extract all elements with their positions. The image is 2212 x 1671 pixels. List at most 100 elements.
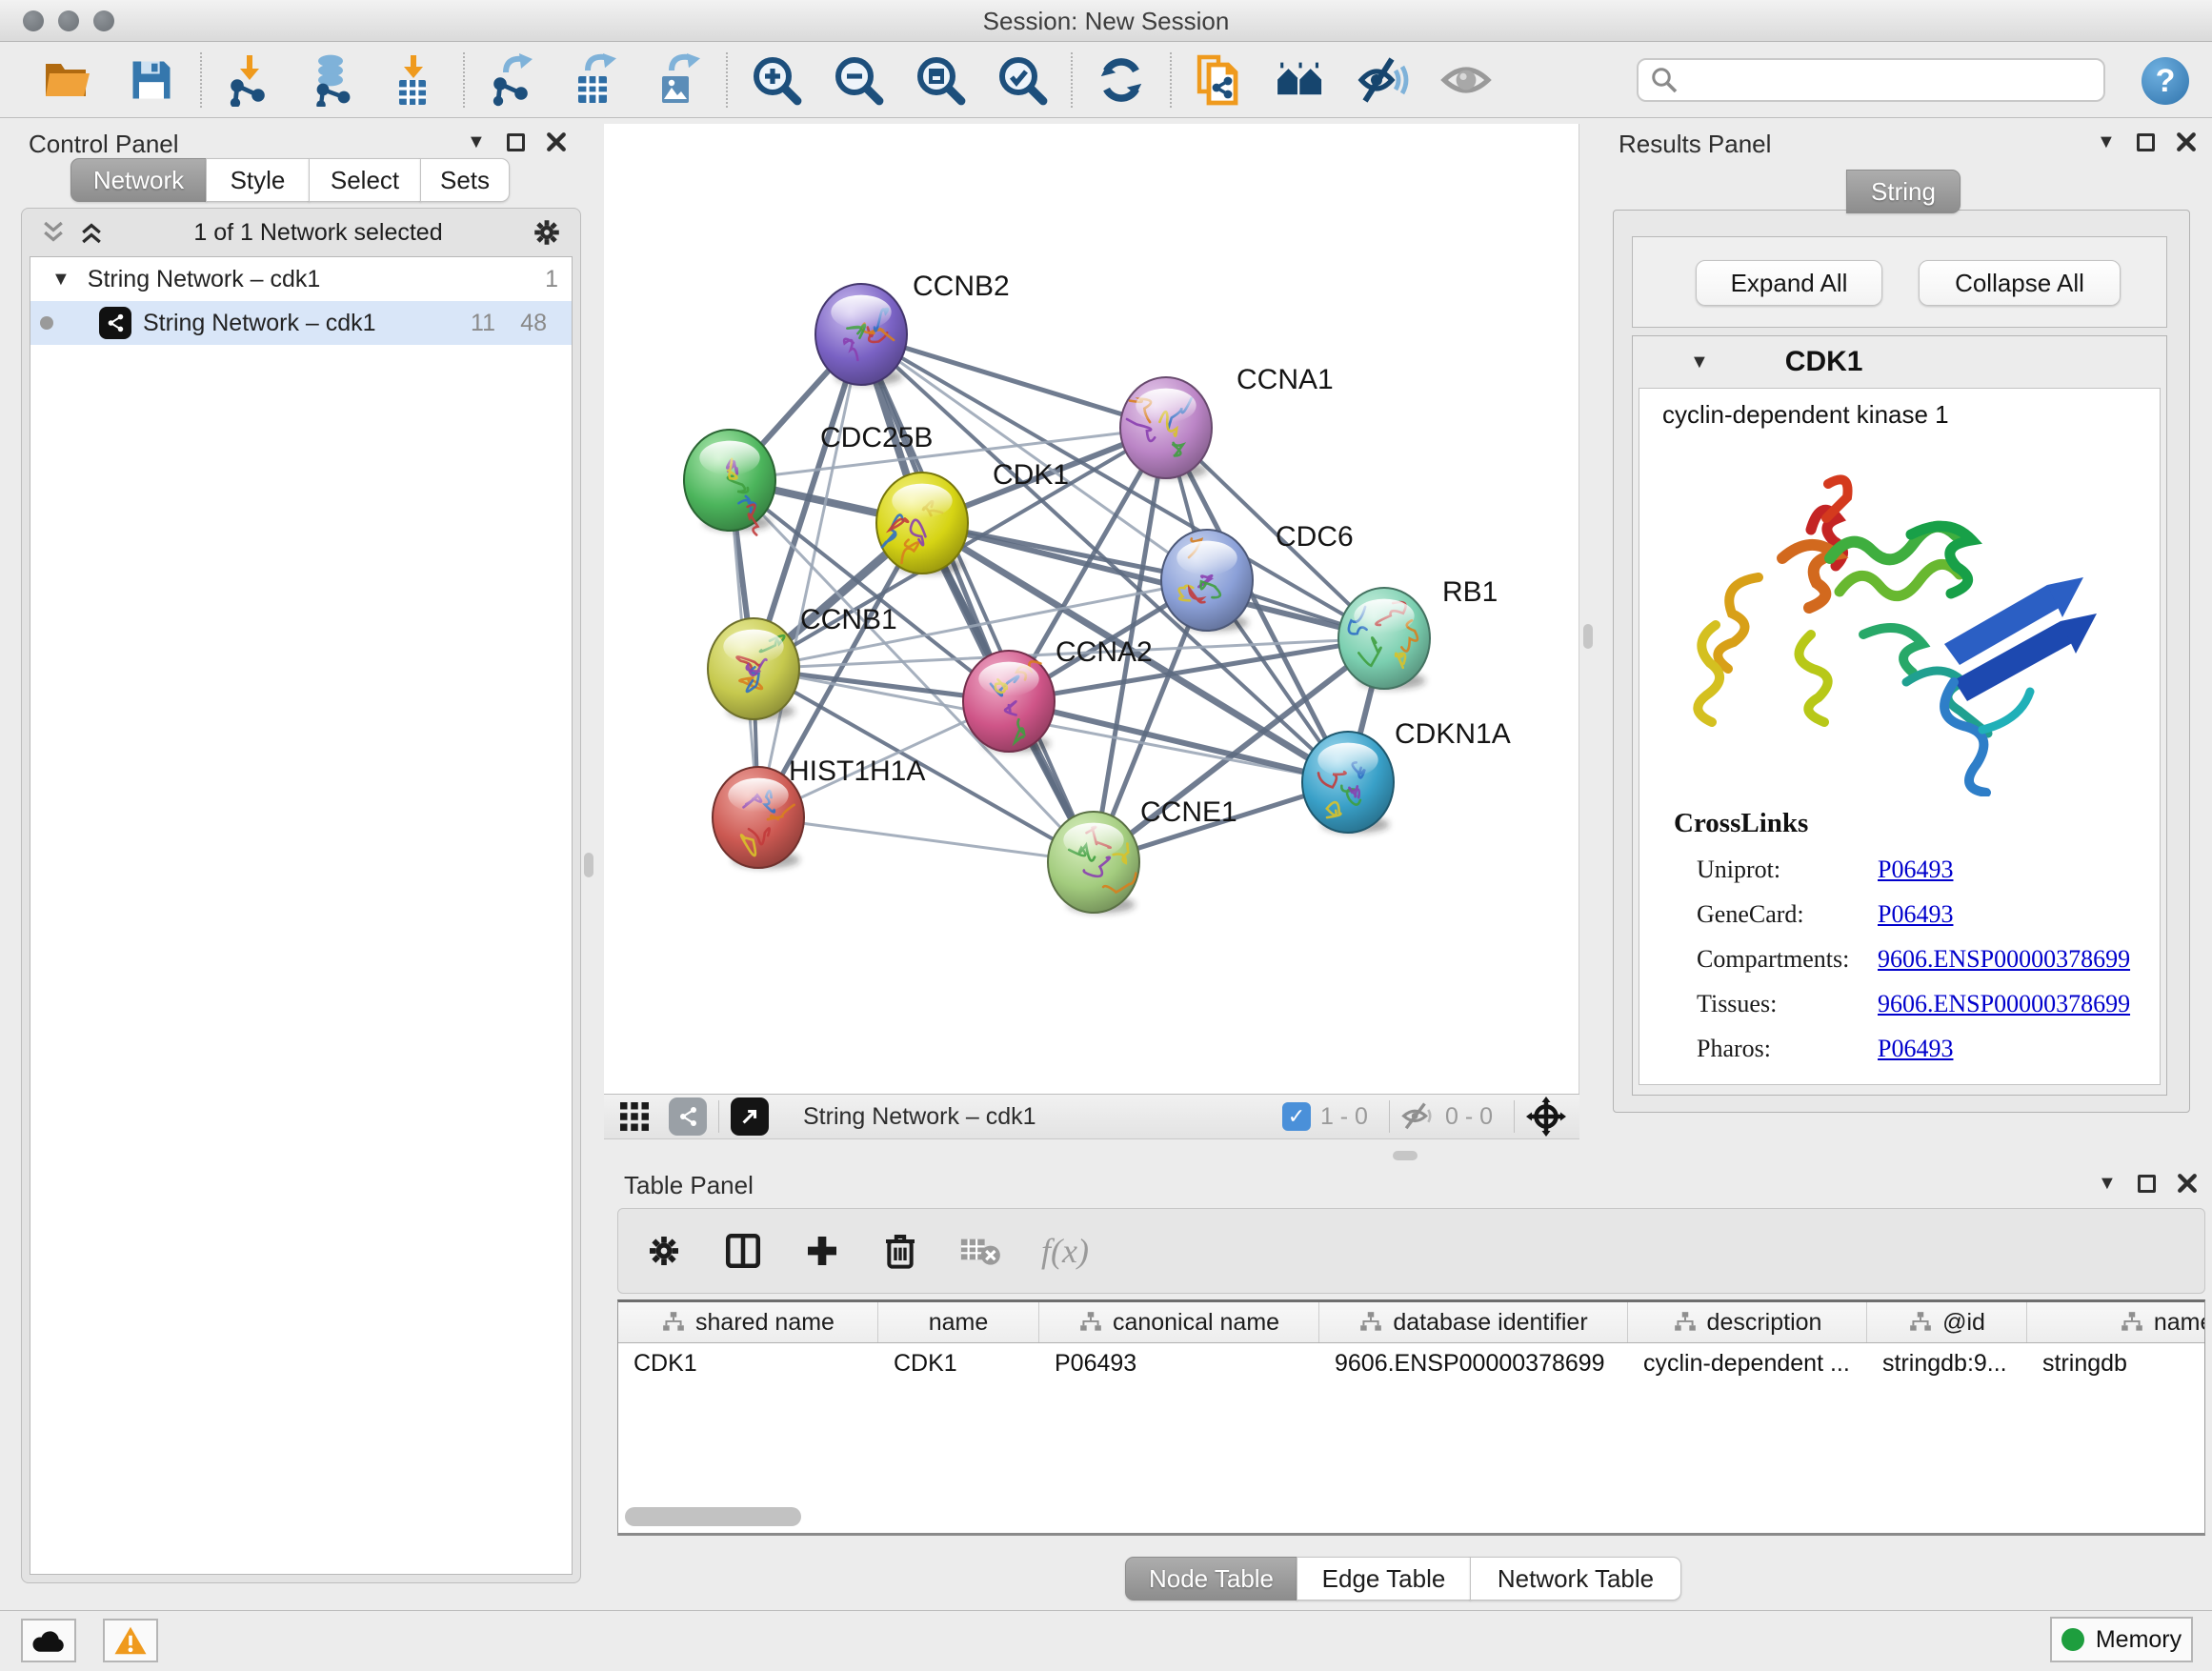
cdk1-section-header[interactable]: ▼ CDK1 [1633,336,2166,388]
network-node-CCNA1[interactable] [1120,377,1212,479]
zoom-in-button[interactable] [735,49,817,111]
network-collection-row[interactable]: ▼ String Network – cdk1 1 [30,257,572,301]
float-panel-icon[interactable] [2137,133,2155,151]
grid-view-icon[interactable] [617,1099,652,1134]
open-view-icon[interactable] [731,1097,769,1136]
network-node-CDK1[interactable] [876,473,968,574]
panel-menu-icon[interactable]: ▼ [2098,1174,2117,1193]
zoom-selected-button[interactable] [981,49,1063,111]
crosslink-value-link[interactable]: 9606.ENSP00000378699 [1878,990,2130,1018]
string-view-icon[interactable] [669,1097,707,1136]
export-table-button[interactable] [554,49,636,111]
panel-menu-icon[interactable]: ▼ [2097,132,2116,151]
selected-nodes-checkbox[interactable]: ✓ [1282,1102,1311,1131]
column-header-canonical-name[interactable]: canonical name [1039,1302,1319,1342]
network-edge[interactable] [861,334,1166,428]
column-header-namespace[interactable]: namespace [2027,1302,2205,1342]
search-field[interactable] [1637,58,2105,102]
crosslink-row: Uniprot:P06493 [1697,856,2160,884]
gear-icon[interactable] [531,216,563,249]
create-column-plus-icon[interactable] [803,1232,841,1270]
network-node-CDC25B[interactable] [684,430,775,535]
column-header--id[interactable]: @id [1867,1302,2027,1342]
crosslink-value-link[interactable]: P06493 [1878,900,1953,929]
network-node-CCNE1[interactable] [1048,812,1139,914]
tab-style[interactable]: Style [206,158,310,202]
network-overview-button[interactable] [1261,49,1343,111]
network-row[interactable]: String Network – cdk1 11 48 [30,301,572,345]
network-edge[interactable] [1009,701,1348,782]
close-panel-icon[interactable] [2176,131,2197,152]
float-panel-icon[interactable] [2138,1175,2156,1193]
show-column-panel-icon[interactable] [723,1231,763,1271]
export-image-button[interactable] [636,49,718,111]
save-session-button[interactable] [111,49,192,111]
section-collapse-icon[interactable]: ▼ [1690,352,1709,372]
clone-network-button[interactable] [1179,49,1261,111]
help-button[interactable]: ? [2142,57,2189,105]
node-table: shared namenamecanonical namedatabase id… [617,1299,2205,1536]
splitter-handle[interactable] [1583,624,1593,649]
cloud-status-button[interactable] [21,1619,76,1662]
apply-layout-button[interactable] [1080,49,1162,111]
column-header-database-identifier[interactable]: database identifier [1319,1302,1628,1342]
network-canvas[interactable]: CCNB2CCNA1CDC25BCDK1CDC6RB1CCNB1CCNA2CDK… [604,124,1579,1094]
search-input[interactable] [1679,66,2079,94]
collapse-all-icon[interactable] [39,218,68,247]
network-node-RB1[interactable] [1338,588,1430,690]
import-network-from-database-button[interactable] [292,49,373,111]
column-header-description[interactable]: description [1628,1302,1867,1342]
delete-column-trash-icon[interactable] [881,1232,919,1270]
expand-all-icon[interactable] [77,218,106,247]
tab-edge-table[interactable]: Edge Table [1297,1557,1471,1601]
fit-selected-crosshair-icon[interactable] [1526,1097,1566,1137]
network-node-CCNB1[interactable] [708,618,799,720]
crosslink-value-link[interactable]: 9606.ENSP00000378699 [1878,945,2130,974]
collapse-all-button[interactable]: Collapse All [1919,260,2121,306]
birds-eye-button[interactable] [1425,49,1507,111]
network-graph[interactable]: CCNB2CCNA1CDC25BCDK1CDC6RB1CCNB1CCNA2CDK… [604,124,1579,1094]
network-edge[interactable] [758,334,861,817]
warnings-button[interactable] [103,1619,158,1662]
tab-network-table[interactable]: Network Table [1470,1557,1681,1601]
node-gloss [1063,823,1123,857]
import-table-from-file-button[interactable] [373,49,455,111]
network-node-label: CDK1 [993,459,1069,491]
node-gloss [1176,541,1237,575]
tab-select[interactable]: Select [309,158,421,202]
expand-all-button[interactable]: Expand All [1696,260,1882,306]
close-panel-icon[interactable] [546,131,567,152]
network-node-CCNB2[interactable] [815,284,907,386]
network-node-CDKN1A[interactable] [1302,732,1394,834]
export-network-button[interactable] [473,49,554,111]
tab-sets[interactable]: Sets [420,158,510,202]
network-node-CCNA2[interactable] [963,651,1055,753]
table-settings-gear-icon[interactable] [645,1232,683,1270]
zoom-out-button[interactable] [817,49,899,111]
open-session-button[interactable] [29,49,111,111]
import-network-from-file-button[interactable] [210,49,292,111]
column-header-name[interactable]: name [878,1302,1039,1342]
crosslink-value-link[interactable]: P06493 [1878,1035,1953,1063]
tab-network[interactable]: Network [70,158,207,202]
collection-expand-icon[interactable]: ▼ [51,270,70,289]
splitter-handle[interactable] [584,853,593,877]
function-builder-icon[interactable]: f(x) [1041,1231,1089,1271]
tab-node-table[interactable]: Node Table [1125,1557,1297,1601]
zoom-fit-button[interactable] [899,49,981,111]
splitter-handle[interactable] [1393,1151,1418,1160]
memory-button[interactable]: Memory [2050,1617,2193,1662]
close-panel-icon[interactable] [2177,1173,2198,1194]
panel-menu-icon[interactable]: ▼ [467,132,486,151]
column-header-shared-name[interactable]: shared name [618,1302,878,1342]
hidden-eye-slash-icon[interactable] [1401,1102,1436,1131]
graphics-details-button[interactable] [1343,49,1425,111]
tab-string[interactable]: String [1846,170,1961,213]
horizontal-scrollbar-thumb[interactable] [625,1507,801,1526]
delete-table-icon[interactable] [959,1235,1001,1267]
table-row[interactable]: CDK1CDK1P064939606.ENSP00000378699cyclin… [618,1343,2204,1384]
network-edge[interactable] [758,817,1094,862]
crosslink-value-link[interactable]: P06493 [1878,856,1953,884]
float-panel-icon[interactable] [507,133,525,151]
network-node-CDC6[interactable] [1161,530,1253,632]
